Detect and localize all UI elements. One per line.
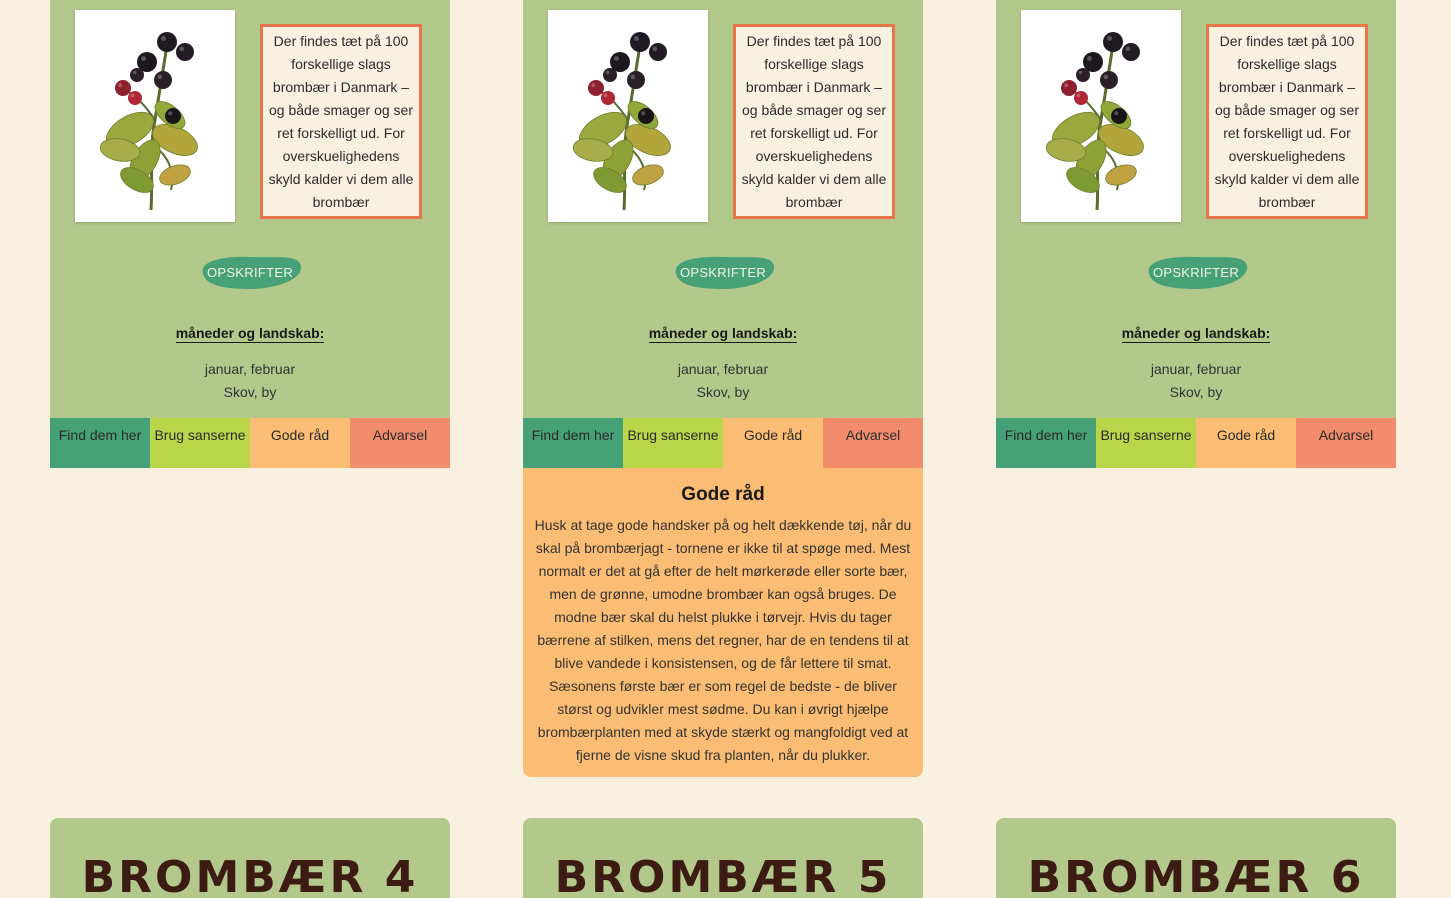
- tab-find[interactable]: Find dem her: [523, 418, 623, 468]
- berry-card-4: BROMBÆR 4: [50, 818, 450, 898]
- blackberry-photo: [548, 10, 708, 222]
- blackberry-photo: [75, 10, 235, 222]
- blackberry-photo: [1021, 10, 1181, 222]
- info-tabs: Find dem her Brug sanserne Gode råd Adva…: [50, 418, 450, 468]
- berry-card-2: Der findes tæt på 100 forskellige slags …: [523, 0, 923, 777]
- card-heading: BROMBÆR 4: [81, 852, 419, 898]
- tab-warning[interactable]: Advarsel: [1296, 418, 1396, 468]
- tab-find[interactable]: Find dem her: [996, 418, 1096, 468]
- landscape-text: Skov, by: [223, 384, 277, 400]
- tab-warning[interactable]: Advarsel: [823, 418, 923, 468]
- description-box: Der findes tæt på 100 forskellige slags …: [1206, 24, 1368, 219]
- tab-advice[interactable]: Gode råd: [723, 418, 823, 468]
- description-box: Der findes tæt på 100 forskellige slags …: [733, 24, 895, 219]
- tab-senses[interactable]: Brug sanserne: [623, 418, 723, 468]
- tab-senses[interactable]: Brug sanserne: [150, 418, 250, 468]
- recipes-button[interactable]: OPSKRIFTER: [195, 252, 305, 292]
- berry-card-6: BROMBÆR 6: [996, 818, 1396, 898]
- card-heading: BROMBÆR 6: [1027, 852, 1365, 898]
- months-text: januar, februar: [204, 361, 296, 377]
- tab-advice[interactable]: Gode råd: [250, 418, 350, 468]
- months-title: måneder og landskab:: [1121, 325, 1271, 343]
- recipes-button[interactable]: OPSKRIFTER: [1141, 252, 1251, 292]
- months-landscape: januar, februar Skov, by: [50, 358, 450, 404]
- tab-advice[interactable]: Gode råd: [1196, 418, 1296, 468]
- landscape-text: Skov, by: [696, 384, 750, 400]
- months-text: januar, februar: [1150, 361, 1242, 377]
- card-heading: BROMBÆR 5: [554, 852, 892, 898]
- berry-card-5: BROMBÆR 5: [523, 818, 923, 898]
- tab-senses[interactable]: Brug sanserne: [1096, 418, 1196, 468]
- recipes-button[interactable]: OPSKRIFTER: [668, 252, 778, 292]
- description-box: Der findes tæt på 100 forskellige slags …: [260, 24, 422, 219]
- tab-warning[interactable]: Advarsel: [350, 418, 450, 468]
- months-title: måneder og landskab:: [175, 325, 325, 343]
- months-text: januar, februar: [677, 361, 769, 377]
- months-landscape: januar, februar Skov, by: [996, 358, 1396, 404]
- berry-card-3: Der findes tæt på 100 forskellige slags …: [996, 0, 1396, 468]
- months-title: måneder og landskab:: [648, 325, 798, 343]
- info-tabs: Find dem her Brug sanserne Gode råd Adva…: [523, 418, 923, 468]
- landscape-text: Skov, by: [1169, 384, 1223, 400]
- advice-title: Gode råd: [681, 484, 765, 505]
- tab-find[interactable]: Find dem her: [50, 418, 150, 468]
- months-landscape: januar, februar Skov, by: [523, 358, 923, 404]
- berry-card-1: Der findes tæt på 100 forskellige slags …: [50, 0, 450, 468]
- advice-panel: Gode råd Husk at tage gode handsker på o…: [523, 468, 923, 777]
- advice-text: Husk at tage gode handsker på og helt dæ…: [534, 517, 912, 763]
- info-tabs: Find dem her Brug sanserne Gode råd Adva…: [996, 418, 1396, 468]
